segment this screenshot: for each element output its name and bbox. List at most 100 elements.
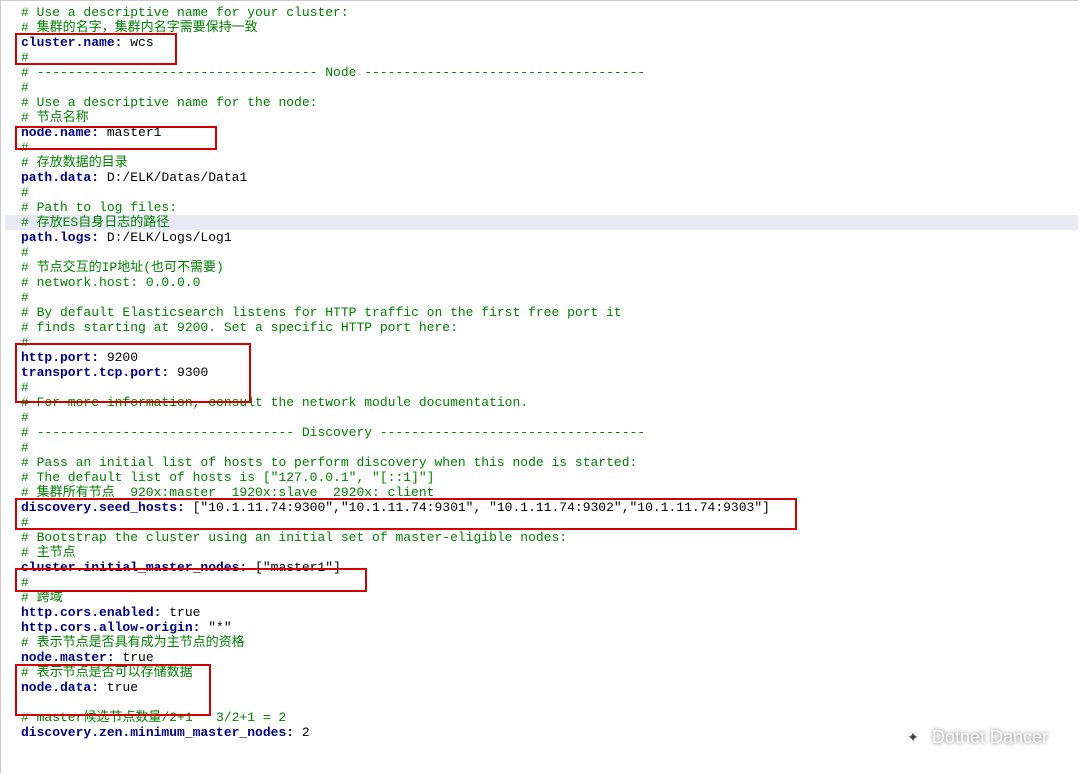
comment-text: # 集群的名字，集群内名字需要保持一致: [21, 20, 258, 35]
code-line: # ------------------------------------ N…: [5, 65, 1078, 80]
yaml-value: D:/ELK/Logs/Log1: [99, 230, 232, 245]
code-line: path.data: D:/ELK/Datas/Data1: [5, 170, 1078, 185]
comment-text: #: [21, 290, 29, 305]
code-line: #: [5, 50, 1078, 65]
yaml-value: master1: [99, 125, 161, 140]
comment-text: #: [21, 515, 29, 530]
comment-text: # master候选节点数量/2+1 3/2+1 = 2: [21, 710, 286, 725]
comment-text: # Use a descriptive name for your cluste…: [21, 5, 349, 20]
yaml-key: node.name:: [21, 125, 99, 140]
watermark-text: Dotnet Dancer: [932, 727, 1048, 748]
comment-text: # By default Elasticsearch listens for H…: [21, 305, 622, 320]
comment-text: # network.host: 0.0.0.0: [21, 275, 200, 290]
comment-text: # 表示节点是否可以存储数据: [21, 665, 193, 680]
yaml-key: http.port:: [21, 350, 99, 365]
yaml-value: 9200: [99, 350, 138, 365]
comment-text: # 集群所有节点 920x:master 1920x:slave 2920x: …: [21, 485, 434, 500]
comment-text: # 表示节点是否具有成为主节点的资格: [21, 635, 245, 650]
code-line: # network.host: 0.0.0.0: [5, 275, 1078, 290]
comment-text: # --------------------------------- Disc…: [21, 425, 645, 440]
comment-text: # finds starting at 9200. Set a specific…: [21, 320, 458, 335]
yaml-key: discovery.zen.minimum_master_nodes:: [21, 725, 294, 740]
code-line: # 集群所有节点 920x:master 1920x:slave 2920x: …: [5, 485, 1078, 500]
code-line: #: [5, 245, 1078, 260]
code-line: #: [5, 575, 1078, 590]
yaml-key: cluster.initial_master_nodes:: [21, 560, 247, 575]
yaml-value: 9300: [169, 365, 208, 380]
yaml-key: transport.tcp.port:: [21, 365, 169, 380]
code-line: # For more information, consult the netw…: [5, 395, 1078, 410]
comment-text: # 存放ES自身日志的路径: [21, 215, 169, 230]
watermark: ✦ Dotnet Dancer: [902, 726, 1048, 748]
comment-text: #: [21, 575, 29, 590]
comment-text: #: [21, 140, 29, 155]
code-line: node.master: true: [5, 650, 1078, 665]
code-line: discovery.seed_hosts: ["10.1.11.74:9300"…: [5, 500, 1078, 515]
code-line: # 集群的名字，集群内名字需要保持一致: [5, 20, 1078, 35]
comment-text: # 节点交互的IP地址(也可不需要): [21, 260, 224, 275]
comment-text: # The default list of hosts is ["127.0.0…: [21, 470, 434, 485]
comment-text: #: [21, 245, 29, 260]
code-line: # 存放数据的目录: [5, 155, 1078, 170]
yaml-key: path.data:: [21, 170, 99, 185]
comment-text: # For more information, consult the netw…: [21, 395, 528, 410]
code-line: http.port: 9200: [5, 350, 1078, 365]
comment-text: # Bootstrap the cluster using an initial…: [21, 530, 567, 545]
yaml-key: http.cors.enabled:: [21, 605, 161, 620]
code-line: transport.tcp.port: 9300: [5, 365, 1078, 380]
code-line: # 表示节点是否具有成为主节点的资格: [5, 635, 1078, 650]
code-line: cluster.initial_master_nodes: ["master1"…: [5, 560, 1078, 575]
code-line: # Bootstrap the cluster using an initial…: [5, 530, 1078, 545]
yaml-value: ["master1"]: [247, 560, 341, 575]
code-line: [5, 695, 1078, 710]
yaml-key: discovery.seed_hosts:: [21, 500, 185, 515]
code-line: http.cors.allow-origin: "*": [5, 620, 1078, 635]
code-line: #: [5, 335, 1078, 350]
yaml-value: wcs: [122, 35, 153, 50]
comment-text: #: [21, 410, 29, 425]
comment-text: # Path to log files:: [21, 200, 177, 215]
comment-text: # 节点名称: [21, 110, 89, 125]
code-line: node.data: true: [5, 680, 1078, 695]
code-line: #: [5, 410, 1078, 425]
code-line: path.logs: D:/ELK/Logs/Log1: [5, 230, 1078, 245]
code-line: # 跨域: [5, 590, 1078, 605]
code-line: # By default Elasticsearch listens for H…: [5, 305, 1078, 320]
yaml-key: cluster.name:: [21, 35, 122, 50]
code-line: http.cors.enabled: true: [5, 605, 1078, 620]
comment-text: #: [21, 380, 29, 395]
code-line: #: [5, 185, 1078, 200]
code-line: #: [5, 380, 1078, 395]
code-line: # 表示节点是否可以存储数据: [5, 665, 1078, 680]
comment-text: # 存放数据的目录: [21, 155, 128, 170]
code-line: #: [5, 440, 1078, 455]
code-container: # Use a descriptive name for your cluste…: [5, 5, 1078, 740]
code-line: cluster.name: wcs: [5, 35, 1078, 50]
comment-text: # 主节点: [21, 545, 76, 560]
code-line: node.name: master1: [5, 125, 1078, 140]
yaml-value: true: [115, 650, 154, 665]
code-line: # The default list of hosts is ["127.0.0…: [5, 470, 1078, 485]
wechat-icon: ✦: [902, 726, 924, 748]
yaml-value: D:/ELK/Datas/Data1: [99, 170, 247, 185]
code-editor: # Use a descriptive name for your cluste…: [0, 0, 1078, 773]
comment-text: # Use a descriptive name for the node:: [21, 95, 317, 110]
comment-text: # Pass an initial list of hosts to perfo…: [21, 455, 637, 470]
code-line: # finds starting at 9200. Set a specific…: [5, 320, 1078, 335]
yaml-value: 2: [294, 725, 310, 740]
code-line: #: [5, 290, 1078, 305]
comment-text: #: [21, 50, 29, 65]
yaml-value: true: [161, 605, 200, 620]
comment-text: #: [21, 80, 29, 95]
comment-text: #: [21, 335, 29, 350]
yaml-key: node.data:: [21, 680, 99, 695]
code-line: # Path to log files:: [5, 200, 1078, 215]
yaml-key: path.logs:: [21, 230, 99, 245]
comment-text: # 跨域: [21, 590, 63, 605]
code-line: #: [5, 80, 1078, 95]
comment-text: #: [21, 185, 29, 200]
code-line: # 节点名称: [5, 110, 1078, 125]
code-line: # 主节点: [5, 545, 1078, 560]
code-line: # --------------------------------- Disc…: [5, 425, 1078, 440]
code-line: # 节点交互的IP地址(也可不需要): [5, 260, 1078, 275]
